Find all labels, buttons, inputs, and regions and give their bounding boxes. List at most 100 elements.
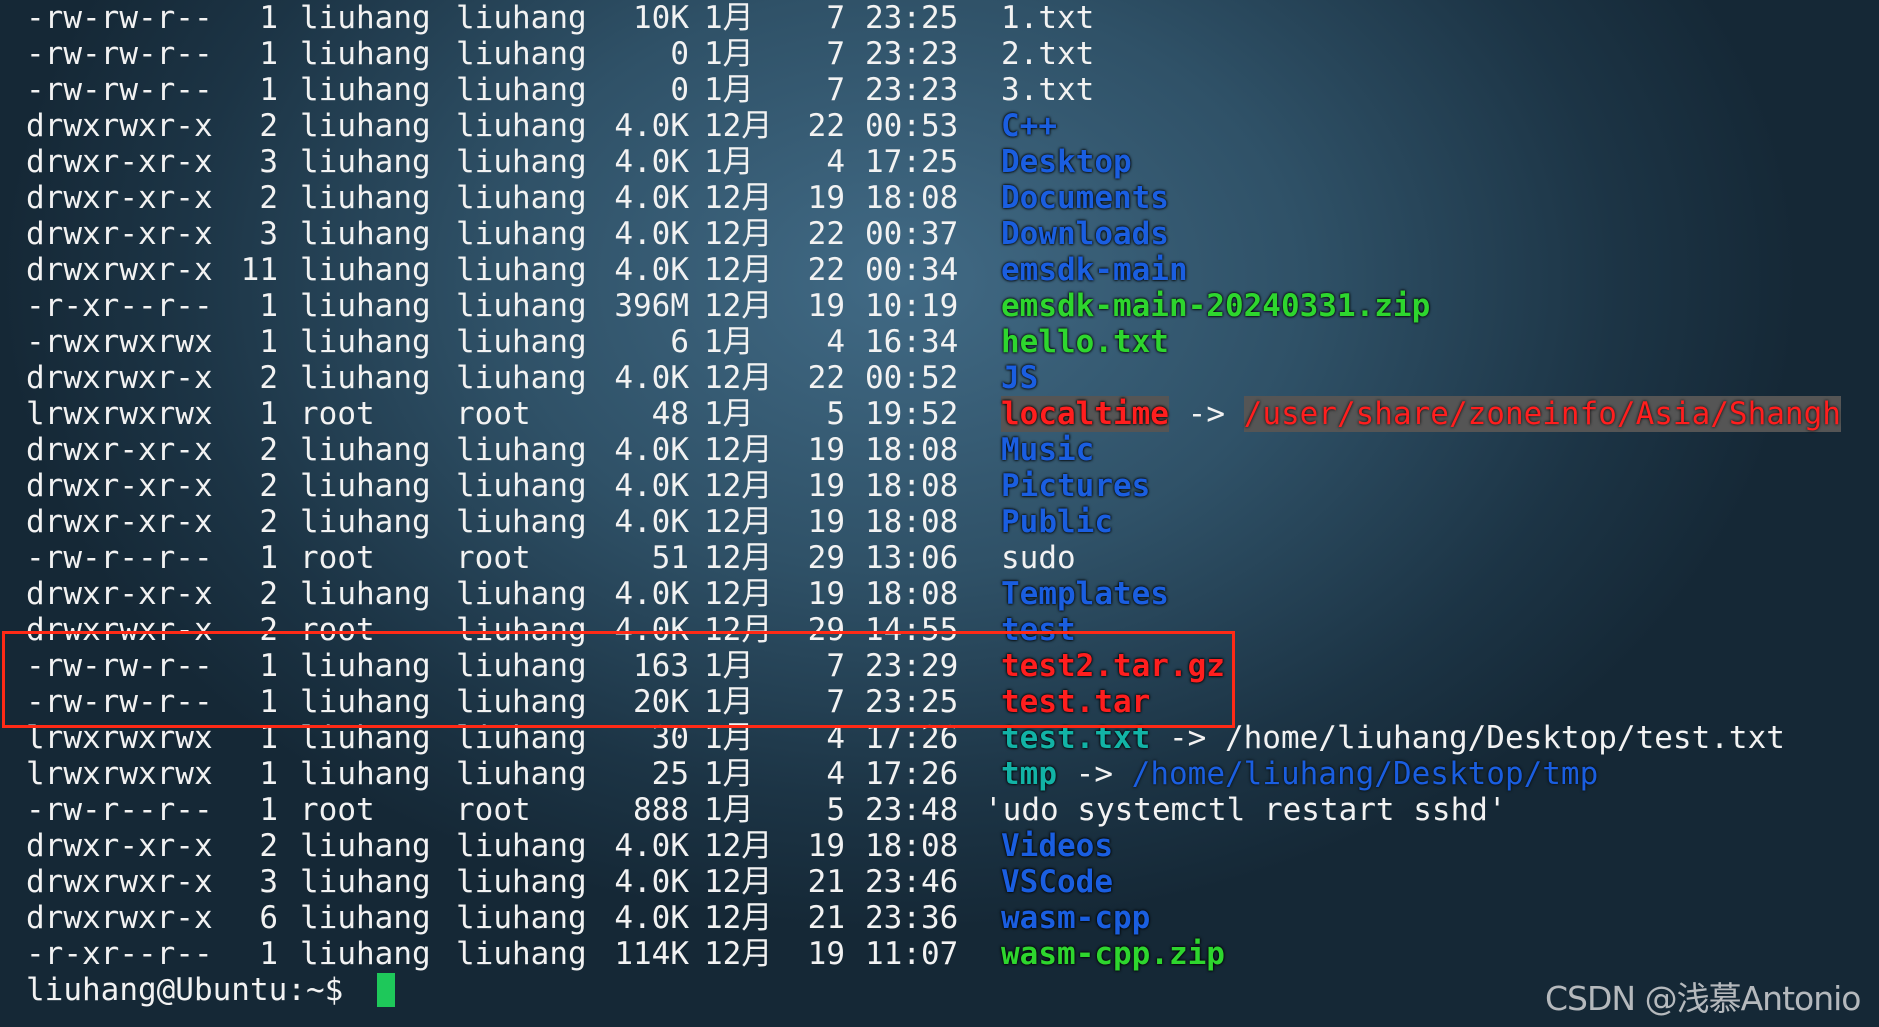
month: 12月	[704, 360, 773, 396]
links: 3	[259, 216, 278, 252]
group: root	[456, 792, 531, 828]
links: 2	[259, 360, 278, 396]
day: 7	[826, 36, 845, 72]
owner: liuhang	[300, 72, 431, 108]
day: 21	[807, 900, 845, 936]
group: liuhang	[456, 72, 587, 108]
time: 16:34	[865, 324, 959, 360]
size: 4.0K	[614, 360, 689, 396]
time: 11:07	[865, 936, 959, 972]
permissions: drwxrwxr-x	[26, 900, 213, 936]
file-name[interactable]: Desktop	[1001, 144, 1132, 180]
day: 19	[807, 288, 845, 324]
file-name-cell: hello.txt	[1001, 324, 1169, 360]
owner: liuhang	[300, 504, 431, 540]
file-name[interactable]: hello.txt	[1001, 324, 1169, 360]
size: 4.0K	[614, 144, 689, 180]
file-name[interactable]: sudo	[1001, 540, 1076, 576]
owner: liuhang	[300, 360, 431, 396]
file-name[interactable]: Templates	[1001, 576, 1169, 612]
month: 1月	[704, 72, 754, 108]
group: liuhang	[456, 216, 587, 252]
time: 13:06	[865, 540, 959, 576]
group: liuhang	[456, 108, 587, 144]
file-name-cell: sudo	[1001, 540, 1076, 576]
file-name-cell: Desktop	[1001, 144, 1132, 180]
size: 888	[633, 792, 689, 828]
file-row: drwxrwxr-x 2 liuhang liuhang 4.0K 12月 22 00:52 J…	[0, 360, 1879, 396]
file-name[interactable]: Public	[1001, 504, 1113, 540]
group: liuhang	[456, 576, 587, 612]
size: 396M	[614, 288, 689, 324]
file-name[interactable]: Music	[1001, 432, 1094, 468]
file-name[interactable]: wasm-cpp.zip	[1001, 936, 1225, 972]
owner: liuhang	[300, 180, 431, 216]
file-name[interactable]: localtime	[1001, 396, 1169, 432]
file-row: drwxr-xr-x 2 liuhang liuhang 4.0K 12月 19 18:08 M…	[0, 432, 1879, 468]
links: 2	[259, 828, 278, 864]
file-name-cell: 2.txt	[1001, 36, 1094, 72]
file-name[interactable]: emsdk-main	[1001, 252, 1188, 288]
month: 12月	[704, 468, 773, 504]
file-name[interactable]: tmp	[1001, 756, 1057, 792]
owner: liuhang	[300, 108, 431, 144]
time: 18:08	[865, 432, 959, 468]
size: 25	[651, 756, 689, 792]
owner: liuhang	[300, 936, 431, 972]
group: liuhang	[456, 252, 587, 288]
day: 21	[807, 864, 845, 900]
month: 12月	[704, 540, 773, 576]
links: 2	[259, 180, 278, 216]
owner: liuhang	[300, 252, 431, 288]
size: 51	[651, 540, 689, 576]
month: 12月	[704, 864, 773, 900]
file-name[interactable]: Documents	[1001, 180, 1169, 216]
owner: liuhang	[300, 468, 431, 504]
permissions: -rw-r--r--	[26, 792, 213, 828]
time: 00:53	[865, 108, 959, 144]
file-name[interactable]: 3.txt	[1001, 72, 1094, 108]
owner: root	[300, 396, 375, 432]
file-name[interactable]: 'udo systemctl restart sshd'	[984, 792, 1507, 828]
group: liuhang	[456, 864, 587, 900]
permissions: drwxr-xr-x	[26, 216, 213, 252]
day: 29	[807, 540, 845, 576]
owner: liuhang	[300, 756, 431, 792]
file-name[interactable]: JS	[1001, 360, 1038, 396]
links: 2	[259, 468, 278, 504]
file-name-cell: Pictures	[1001, 468, 1150, 504]
day: 7	[826, 72, 845, 108]
file-row: -r-xr--r-- 1 liuhang liuhang 396M 12月 19 10:19 e…	[0, 288, 1879, 324]
time: 00:34	[865, 252, 959, 288]
month: 12月	[704, 900, 773, 936]
file-name[interactable]: C++	[1001, 108, 1057, 144]
permissions: -r-xr--r--	[26, 288, 213, 324]
file-row: drwxr-xr-x 2 liuhang liuhang 4.0K 12月 19 18:08 P…	[0, 504, 1879, 540]
time: 18:08	[865, 504, 959, 540]
day: 22	[807, 216, 845, 252]
group: liuhang	[456, 324, 587, 360]
terminal-cursor[interactable]	[377, 973, 395, 1007]
links: 1	[259, 288, 278, 324]
file-name-cell: emsdk-main	[1001, 252, 1188, 288]
links: 1	[259, 72, 278, 108]
file-name[interactable]: wasm-cpp	[1001, 900, 1150, 936]
file-name[interactable]: 1.txt	[1001, 0, 1094, 36]
file-row: drwxrwxr-x 3 liuhang liuhang 4.0K 12月 21 23:46 V…	[0, 864, 1879, 900]
file-name[interactable]: 2.txt	[1001, 36, 1094, 72]
file-row: drwxr-xr-x 2 liuhang liuhang 4.0K 12月 19 18:08 T…	[0, 576, 1879, 612]
file-name[interactable]: Pictures	[1001, 468, 1150, 504]
month: 1月	[704, 792, 754, 828]
time: 23:25	[865, 0, 959, 36]
file-name[interactable]: Videos	[1001, 828, 1113, 864]
file-name[interactable]: Downloads	[1001, 216, 1169, 252]
group: liuhang	[456, 828, 587, 864]
permissions: drwxrwxr-x	[26, 108, 213, 144]
symlink-arrow: ->	[1075, 756, 1113, 792]
file-row: drwxr-xr-x 3 liuhang liuhang 4.0K 1月 4 17:25 Des…	[0, 144, 1879, 180]
file-name[interactable]: emsdk-main-20240331.zip	[1001, 288, 1430, 324]
file-name[interactable]: VSCode	[1001, 864, 1113, 900]
day: 22	[807, 360, 845, 396]
owner: root	[300, 792, 375, 828]
size: 4.0K	[614, 468, 689, 504]
